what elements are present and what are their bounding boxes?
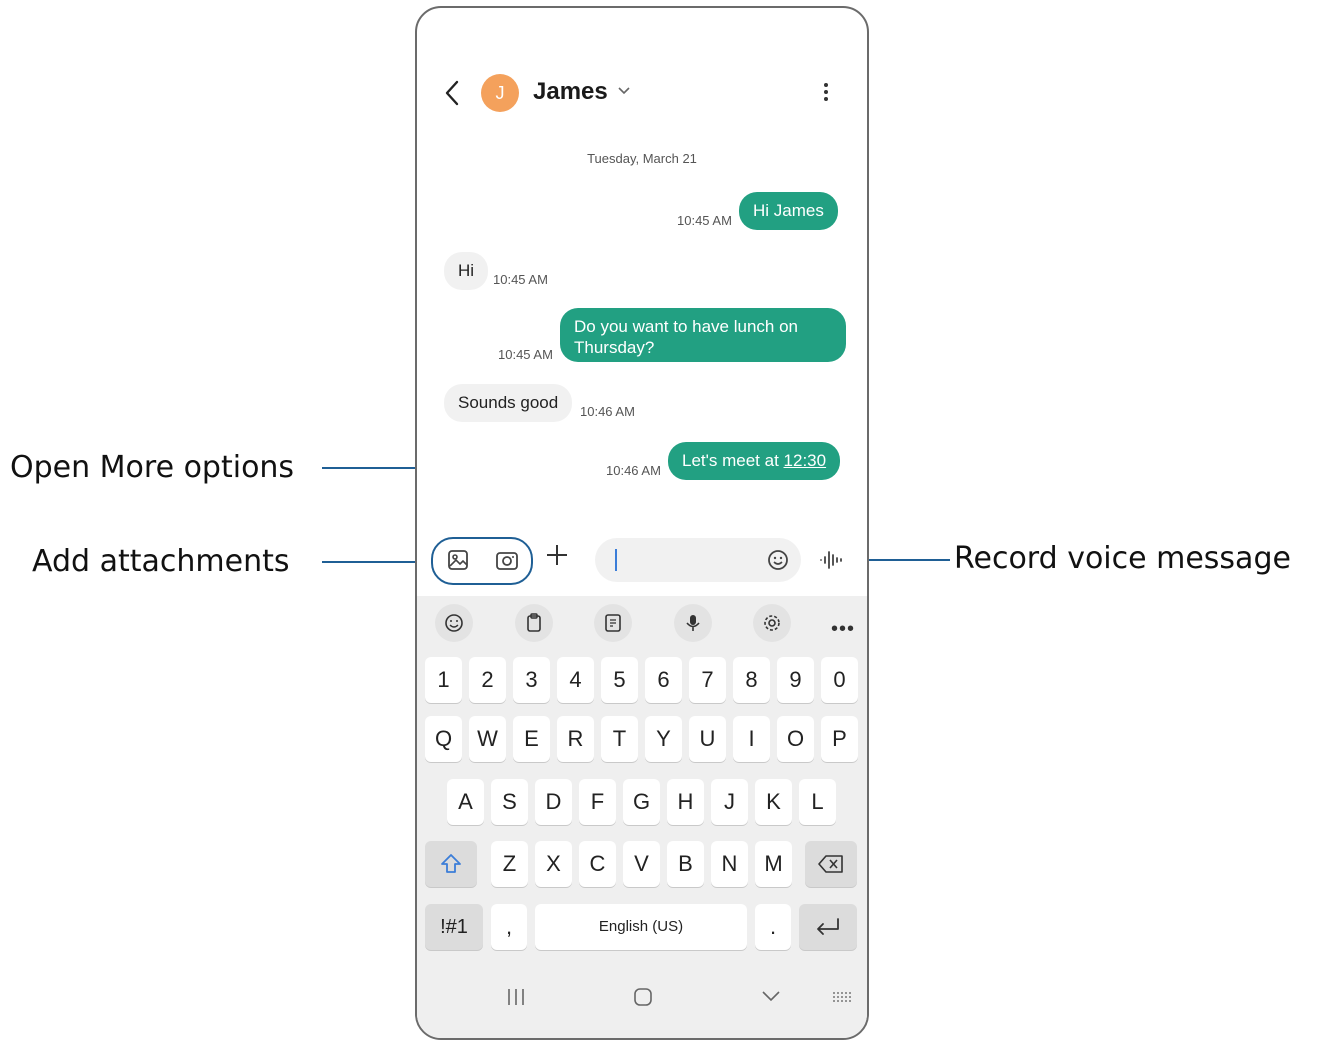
keyboard-mode-icon[interactable] [594,604,632,642]
chevron-down-icon[interactable] [617,86,631,96]
key-i[interactable]: I [733,716,770,762]
key-b[interactable]: B [667,841,704,887]
key-z[interactable]: Z [491,841,528,887]
key-e[interactable]: E [513,716,550,762]
gear-icon[interactable] [753,604,791,642]
key-h[interactable]: H [667,779,704,825]
emoji-icon[interactable] [767,549,789,571]
callout-line-attach [322,561,430,563]
callout-open-more-options: Open More options [10,450,295,485]
enter-key[interactable] [799,904,857,950]
message-text: Let's meet at [682,451,784,470]
key-m[interactable]: M [755,841,792,887]
callout-record-voice: Record voice message [954,541,1291,576]
backspace-key[interactable] [805,841,857,887]
clipboard-icon[interactable] [515,604,553,642]
period-key[interactable]: . [755,904,791,950]
key-0[interactable]: 0 [821,657,858,703]
home-icon[interactable] [633,987,653,1007]
key-5[interactable]: 5 [601,657,638,703]
microphone-icon[interactable] [674,604,712,642]
key-6[interactable]: 6 [645,657,682,703]
key-4[interactable]: 4 [557,657,594,703]
comma-key[interactable]: , [491,904,527,950]
camera-icon[interactable] [495,549,519,571]
more-dots-icon[interactable]: ••• [831,618,855,641]
key-c[interactable]: C [579,841,616,887]
key-v[interactable]: V [623,841,660,887]
hide-keyboard-icon[interactable] [761,990,781,1002]
phone-frame: J James Tuesday, March 21 10:45 AM Hi Ja… [415,6,869,1040]
enter-icon [817,918,839,935]
message-sent[interactable]: Hi James [739,192,838,230]
key-y[interactable]: Y [645,716,682,762]
gallery-icon[interactable] [447,549,469,571]
key-7[interactable]: 7 [689,657,726,703]
message-timestamp: 10:46 AM [606,463,661,478]
message-input[interactable] [595,538,801,582]
key-f[interactable]: F [579,779,616,825]
keyboard-switch-icon[interactable] [831,990,853,1004]
key-r[interactable]: R [557,716,594,762]
key-8[interactable]: 8 [733,657,770,703]
message-sent[interactable]: Let's meet at 12:30 [668,442,841,480]
key-o[interactable]: O [777,716,814,762]
key-a[interactable]: A [447,779,484,825]
avatar[interactable]: J [481,74,519,112]
conversation-header: J James [417,68,867,120]
key-q[interactable]: Q [425,716,462,762]
key-k[interactable]: K [755,779,792,825]
shift-icon [441,854,461,873]
key-u[interactable]: U [689,716,726,762]
key-d[interactable]: D [535,779,572,825]
plus-icon[interactable] [545,543,569,567]
message-timestamp: 10:45 AM [498,347,553,362]
key-t[interactable]: T [601,716,638,762]
key-3[interactable]: 3 [513,657,550,703]
more-options-icon[interactable] [819,80,833,108]
callout-add-attachments: Add attachments [32,544,290,579]
message-sent[interactable]: Do you want to have lunch on Thursday? [560,308,846,362]
message-received[interactable]: Hi [444,252,489,290]
conversation-date: Tuesday, March 21 [587,151,697,166]
text-cursor [615,549,617,571]
key-x[interactable]: X [535,841,572,887]
key-w[interactable]: W [469,716,506,762]
emoji-icon[interactable] [435,604,473,642]
recent-apps-icon[interactable] [505,988,527,1006]
voice-record-icon[interactable] [819,549,845,571]
space-key[interactable]: English (US) [535,904,747,950]
key-9[interactable]: 9 [777,657,814,703]
key-g[interactable]: G [623,779,660,825]
key-s[interactable]: S [491,779,528,825]
key-n[interactable]: N [711,841,748,887]
message-timestamp: 10:46 AM [580,404,635,419]
message-timestamp: 10:45 AM [677,213,732,228]
message-link[interactable]: 12:30 [784,451,827,470]
key-1[interactable]: 1 [425,657,462,703]
key-j[interactable]: J [711,779,748,825]
backspace-icon [818,855,843,873]
contact-name[interactable]: James [533,78,608,106]
key-2[interactable]: 2 [469,657,506,703]
symbols-key[interactable]: !#1 [425,904,483,950]
key-p[interactable]: P [821,716,858,762]
message-timestamp: 10:45 AM [493,272,548,287]
key-l[interactable]: L [799,779,836,825]
message-received[interactable]: Sounds good [444,384,573,422]
shift-key[interactable] [425,841,477,887]
back-icon[interactable] [441,78,465,108]
navigation-bar [417,972,867,1022]
keyboard-toolbar: ••• [417,596,867,648]
